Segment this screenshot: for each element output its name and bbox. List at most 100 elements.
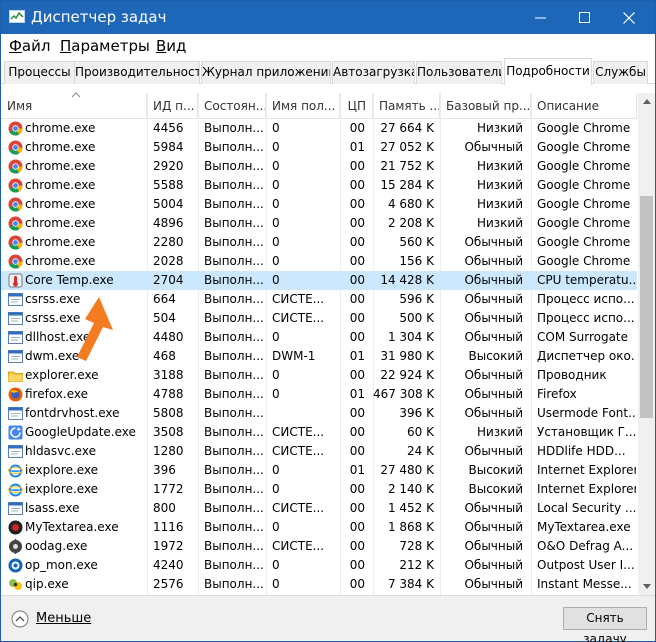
cell-memory: 500 K <box>399 311 434 325</box>
table-row[interactable]: oodag.exe 1972 Выполн... СИСТЕ... 00 728 K Обы… <box>1 537 637 556</box>
cell-memory: 24 K <box>407 444 434 458</box>
maximize-button[interactable] <box>563 1 607 34</box>
table-row[interactable]: op_mon.exe 4240 Выполн... 0 00 212 K Обычный Ou… <box>1 556 637 575</box>
scroll-up-button[interactable] <box>638 93 655 110</box>
cell-memory: 1 868 K <box>387 520 434 534</box>
column-header-pid[interactable]: ИД п... <box>147 93 198 119</box>
tab-app-history[interactable]: Журнал приложений <box>201 61 331 84</box>
maximize-icon <box>579 11 590 23</box>
table-row[interactable]: chrome.exe 5588 Выполн... 0 00 15 284 K Низкий… <box>1 176 637 195</box>
menu-options[interactable]: Параметры <box>60 37 150 55</box>
cell-user: СИСТЕ... <box>272 292 325 306</box>
cell-pid: 2704 <box>153 273 184 287</box>
column-header-memory[interactable]: Память ... <box>373 93 440 119</box>
cell-pid: 468 <box>153 349 176 363</box>
column-header-cpu[interactable]: ЦП <box>340 93 373 119</box>
window-icon <box>8 312 23 325</box>
cell-cpu: 01 <box>349 349 365 363</box>
column-header-name[interactable]: Имя <box>1 93 147 119</box>
table-row[interactable]: firefox.exe 4788 Выполн... 0 01 467 308 K Обыч… <box>1 385 637 404</box>
table-row[interactable]: chrome.exe 2280 Выполн... 0 00 560 K Обычный Go… <box>1 233 637 252</box>
cell-cpu: 00 <box>349 539 365 553</box>
cell-base-priority: Обычный <box>464 577 523 591</box>
menu-file[interactable]: Файл <box>9 37 50 55</box>
table-row[interactable]: qip.exe 2576 Выполн... 0 00 7 384 K Обычный Ins… <box>1 575 637 594</box>
scroll-thumb[interactable] <box>640 196 653 418</box>
column-header-base-priority[interactable]: Базовый пр... <box>440 93 531 119</box>
table-row[interactable]: chrome.exe 5984 Выполн... 0 01 27 052 K Обычны… <box>1 138 637 157</box>
minimize-button[interactable] <box>519 1 563 34</box>
tab-services[interactable]: Службы <box>593 61 648 84</box>
cell-base-priority: Обычный <box>464 254 523 268</box>
tab-startup[interactable]: Автозагрузка <box>332 61 415 84</box>
tab-users[interactable]: Пользователи <box>416 61 502 84</box>
table-row[interactable]: chrome.exe 5004 Выполн... 0 00 4 680 K Низкий G… <box>1 195 637 214</box>
cell-base-priority: Высокий <box>468 482 524 496</box>
cell-name: op_mon.exe <box>25 558 98 572</box>
column-header-description[interactable]: Описание <box>531 93 637 119</box>
window-icon <box>8 407 23 420</box>
cell-status: Выполн... <box>204 349 264 363</box>
chevron-up-circle-icon[interactable] <box>11 610 29 628</box>
cell-description: Instant Messe... <box>537 577 632 591</box>
cell-base-priority: Обычный <box>464 235 523 249</box>
table-row[interactable]: iexplore.exe 396 Выполн... 0 01 27 480 K Высок… <box>1 461 637 480</box>
cell-memory: 596 K <box>399 292 434 306</box>
table-row[interactable]: chrome.exe 2028 Выполн... 0 00 156 K Обычный Go… <box>1 252 637 271</box>
cell-status: Выполн... <box>204 311 264 325</box>
cell-status: Выполн... <box>204 577 264 591</box>
title-bar[interactable]: Диспетчер задач <box>1 1 655 34</box>
cell-status: Выполн... <box>204 520 264 534</box>
cell-cpu: 00 <box>349 178 365 192</box>
cell-memory: 1 304 K <box>387 330 434 344</box>
vertical-scrollbar[interactable] <box>638 93 655 595</box>
cell-description: Установщик Г... <box>537 425 636 439</box>
task-manager-icon <box>9 10 25 23</box>
window-icon <box>8 293 23 306</box>
explorer-icon <box>8 371 23 382</box>
ie-icon <box>8 483 23 497</box>
tab-processes[interactable]: Процессы <box>4 61 75 84</box>
table-row[interactable]: explorer.exe 3188 Выполн... 0 00 22 924 K Обыч… <box>1 366 637 385</box>
end-task-button[interactable]: Снять задачу <box>563 607 647 642</box>
window-title: Диспетчер задач <box>31 8 167 26</box>
table-row[interactable]: MyTextarea.exe 1116 Выполн... 0 00 1 868 K Обы… <box>1 518 637 537</box>
cell-status: Выполн... <box>204 216 264 230</box>
column-header-user[interactable]: Имя пол... <box>266 93 340 119</box>
cell-status: Выполн... <box>204 178 264 192</box>
table-row[interactable]: GoogleUpdate.exe 3508 Выполн... СИСТЕ... 00 6… <box>1 423 637 442</box>
tab-details[interactable]: Подробности <box>504 58 592 85</box>
window-icon <box>8 502 23 515</box>
cell-cpu: 01 <box>349 463 365 477</box>
cell-description: Google Chrome <box>537 235 631 249</box>
column-header-status[interactable]: Состоян... <box>198 93 266 119</box>
cell-description: MyTextarea.exe <box>537 520 631 534</box>
cell-status: Выполн... <box>204 501 264 515</box>
tab-performance[interactable]: Производительность <box>74 61 200 84</box>
cell-memory: 728 K <box>399 539 434 553</box>
cell-user: 0 <box>272 387 280 401</box>
cell-description: Google Chrome <box>537 159 631 173</box>
table-row[interactable]: hldasvc.exe 1280 Выполн... СИСТЕ... 00 24 K Об… <box>1 442 637 461</box>
table-row[interactable]: chrome.exe 4456 Выполн... 0 00 27 664 K Низкий… <box>1 119 637 138</box>
table-row[interactable]: fontdrvhost.exe 5808 Выполн... 00 396 K Обычн… <box>1 404 637 423</box>
menu-view[interactable]: Вид <box>156 37 186 55</box>
table-row[interactable]: chrome.exe 4896 Выполн... 0 00 2 208 K Низкий G… <box>1 214 637 233</box>
qip-icon <box>9 579 22 590</box>
cell-user: 0 <box>272 159 280 173</box>
scroll-down-button[interactable] <box>638 578 655 595</box>
cell-base-priority: Обычный <box>464 501 523 515</box>
table-row[interactable]: iexplore.exe 1772 Выполн... 0 00 2 140 K Высок… <box>1 480 637 499</box>
table-row[interactable]: chrome.exe 2920 Выполн... 0 00 21 752 K Низкий… <box>1 157 637 176</box>
cell-description: Диспетчер око... <box>537 349 636 363</box>
close-button[interactable] <box>607 1 651 34</box>
cell-description: COM Surrogate <box>537 330 629 344</box>
footer-bar: Меньше Снять задачу <box>1 595 655 642</box>
table-row[interactable]: Core Temp.exe 2704 Выполн... 0 00 14 428 K Обы… <box>1 271 637 290</box>
fewer-details-link[interactable]: Меньше <box>36 611 91 626</box>
cell-base-priority: Низкий <box>476 197 523 211</box>
cell-base-priority: Обычный <box>464 273 523 287</box>
annotation-arrow-icon <box>77 297 113 361</box>
table-row[interactable]: lsass.exe 800 Выполн... СИСТЕ... 00 1 452 K Об… <box>1 499 637 518</box>
cell-name: chrome.exe <box>25 216 96 230</box>
